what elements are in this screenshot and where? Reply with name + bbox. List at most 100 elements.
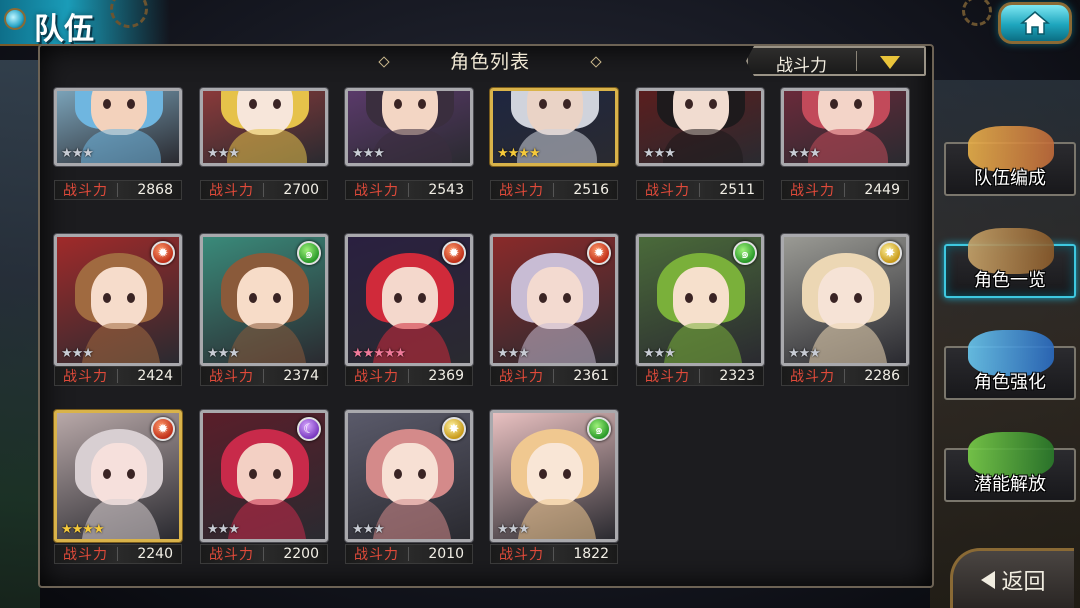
rarity-stars-icon: ★★★ — [352, 146, 385, 161]
panel-title-wrap: 角色列表 — [378, 48, 602, 76]
power-label: 战斗力 — [209, 369, 254, 385]
character-card[interactable]: ★★★ 战斗力 2511 — [636, 88, 764, 202]
panel-header: 角色列表 战斗力 — [40, 46, 932, 78]
home-button[interactable] — [998, 2, 1072, 44]
power-bar: 战斗力 2240 — [54, 544, 182, 564]
rarity-stars-icon: ★★★ — [497, 522, 530, 537]
sort-label: 战斗力 — [776, 56, 827, 76]
power-value: 1822 — [573, 546, 609, 562]
character-card[interactable]: ★★★ ✹ 战斗力 2424 — [54, 234, 182, 388]
background-scenery-left — [0, 60, 40, 608]
power-value: 2424 — [137, 368, 173, 384]
power-label: 战斗力 — [63, 183, 108, 199]
back-button[interactable]: 返回 — [950, 548, 1074, 608]
power-label: 战斗力 — [499, 547, 544, 563]
character-portrait-frame: ★★★★★ ✹ — [345, 234, 473, 366]
rarity-stars-icon: ★★★ — [207, 522, 240, 537]
character-card[interactable]: ★★★ ✹ 战斗力 2361 — [490, 234, 618, 388]
power-value: 2010 — [428, 546, 464, 562]
power-bar: 战斗力 2543 — [345, 180, 473, 200]
character-portrait-frame: ★★★ ✹ — [490, 234, 618, 366]
fire-element-icon: ✹ — [151, 241, 175, 265]
power-value: 2700 — [283, 182, 319, 198]
character-card[interactable]: ★★★ 战斗力 2449 — [781, 88, 909, 202]
character-card[interactable]: ★★★ ✸ 战斗力 2010 — [345, 410, 473, 566]
power-label: 战斗力 — [209, 183, 254, 199]
rarity-stars-icon: ★★★ — [497, 346, 530, 361]
character-card[interactable]: ★★★ ๑ 战斗力 1822 — [490, 410, 618, 566]
rarity-stars-icon: ★★★ — [643, 346, 676, 361]
wind-element-icon: ๑ — [733, 241, 757, 265]
rarity-stars-icon: ★★★ — [352, 522, 385, 537]
side-menu-button[interactable]: 角色一览 — [944, 228, 1076, 298]
power-bar: 战斗力 2374 — [200, 366, 328, 386]
character-card[interactable]: ★★★ ☾ 战斗力 2200 — [200, 410, 328, 566]
side-menu-button[interactable]: 队伍编成 — [944, 126, 1076, 196]
character-card[interactable]: ★★★ 战斗力 2868 — [54, 88, 182, 202]
character-card[interactable]: ★★★ ✸ 战斗力 2286 — [781, 234, 909, 388]
wind-element-icon: ๑ — [297, 241, 321, 265]
character-portrait-frame: ★★★ — [54, 88, 182, 166]
character-portrait-frame: ★★★ — [200, 88, 328, 166]
character-portrait-frame: ★★★ ๑ — [490, 410, 618, 542]
power-value: 2240 — [137, 546, 173, 562]
character-portrait-frame: ★★★ ☾ — [200, 410, 328, 542]
wind-element-icon: ๑ — [587, 417, 611, 441]
back-arrow-icon — [981, 570, 996, 589]
panel-title: 角色列表 — [449, 51, 530, 73]
power-label: 战斗力 — [790, 369, 835, 385]
home-icon — [1020, 11, 1050, 35]
character-portrait-frame: ★★★ ✹ — [54, 234, 182, 366]
rarity-stars-icon: ★★★ — [788, 146, 821, 161]
back-label: 返回 — [1001, 569, 1046, 595]
character-portrait-frame: ★★★ ๑ — [636, 234, 764, 366]
rarity-stars-icon: ★★★ — [643, 146, 676, 161]
power-bar: 战斗力 2323 — [636, 366, 764, 386]
power-bar: 战斗力 2286 — [781, 366, 909, 386]
power-bar: 战斗力 2010 — [345, 544, 473, 564]
side-menu-label: 潜能解放 — [974, 474, 1046, 495]
power-bar: 战斗力 1822 — [490, 544, 618, 564]
character-list-panel: 角色列表 战斗力 ★★★ 战斗力 2868 ★★★ 战斗力 2700 ★★★ 战斗力 2543 ★… — [38, 44, 934, 588]
rarity-stars-icon: ★★★★★ — [352, 346, 406, 361]
power-value: 2200 — [283, 546, 319, 562]
light-element-icon: ✸ — [442, 417, 466, 441]
power-bar: 战斗力 2424 — [54, 366, 182, 386]
character-card[interactable]: ★★★★ ✹ 战斗力 2240 — [54, 410, 182, 566]
sort-dropdown[interactable]: 战斗力 — [746, 46, 926, 76]
side-menu-button[interactable]: 潜能解放 — [944, 432, 1076, 502]
power-label: 战斗力 — [645, 183, 690, 199]
character-card[interactable]: ★★★ 战斗力 2700 — [200, 88, 328, 202]
power-value: 2323 — [719, 368, 755, 384]
dark-element-icon: ☾ — [297, 417, 321, 441]
power-value: 2369 — [428, 368, 464, 384]
character-card[interactable]: ★★★ ๑ 战斗力 2374 — [200, 234, 328, 388]
side-menu-button[interactable]: 角色强化 — [944, 330, 1076, 400]
character-card[interactable]: ★★★★★ ✹ 战斗力 2369 — [345, 234, 473, 388]
character-portrait-frame: ★★★ — [781, 88, 909, 166]
character-card[interactable]: ★★★ ๑ 战斗力 2323 — [636, 234, 764, 388]
rarity-stars-icon: ★★★ — [788, 346, 821, 361]
character-card[interactable]: ★★★ 战斗力 2543 — [345, 88, 473, 202]
power-label: 战斗力 — [790, 183, 835, 199]
character-portrait-frame: ★★★ — [636, 88, 764, 166]
power-bar: 战斗力 2868 — [54, 180, 182, 200]
power-value: 2449 — [864, 182, 900, 198]
title-orb-icon — [4, 8, 26, 30]
power-label: 战斗力 — [499, 183, 544, 199]
fire-element-icon: ✹ — [442, 241, 466, 265]
power-label: 战斗力 — [354, 183, 399, 199]
gear-decoration-icon — [962, 0, 992, 26]
power-label: 战斗力 — [499, 369, 544, 385]
character-card[interactable]: ★★★★ 战斗力 2516 — [490, 88, 618, 202]
screen-title: 队伍 — [34, 12, 94, 47]
power-label: 战斗力 — [63, 547, 108, 563]
sort-divider — [856, 51, 857, 71]
power-label: 战斗力 — [63, 369, 108, 385]
character-portrait-frame: ★★★ ๑ — [200, 234, 328, 366]
character-portrait-frame: ★★★ ✸ — [781, 234, 909, 366]
fire-element-icon: ✹ — [587, 241, 611, 265]
rarity-stars-icon: ★★★★ — [61, 522, 105, 537]
character-portrait-frame: ★★★★ — [490, 88, 618, 166]
side-menu-label: 队伍编成 — [974, 168, 1046, 189]
